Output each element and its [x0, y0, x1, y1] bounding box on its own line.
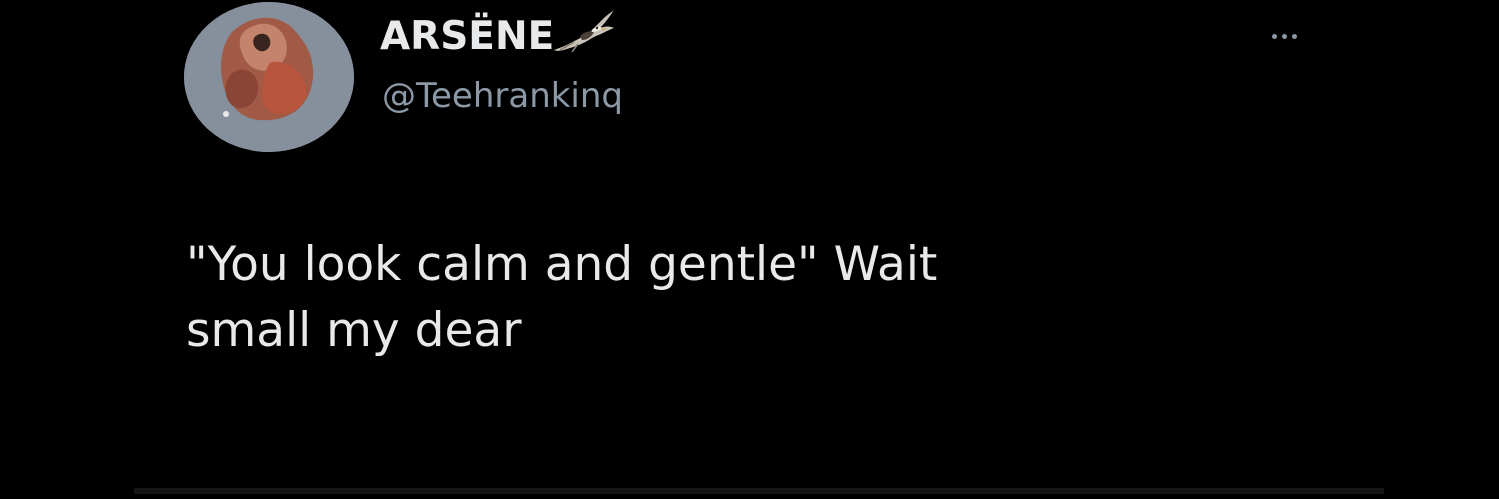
- more-options-icon: [1271, 33, 1277, 39]
- avatar-photo-icon: [184, 2, 354, 152]
- display-name[interactable]: ARSËNE: [380, 17, 554, 56]
- divider: [134, 488, 1384, 494]
- user-handle[interactable]: @Teehrankinq: [382, 76, 623, 117]
- more-options-icon: [1281, 33, 1287, 39]
- more-options-button[interactable]: [1258, 24, 1310, 48]
- tweet-text: "You look calm and gentle" Wait small my…: [186, 237, 938, 358]
- avatar[interactable]: [184, 2, 354, 152]
- eagle-icon: [550, 6, 618, 58]
- display-name-row[interactable]: ARSËNE: [380, 10, 618, 58]
- more-options-icon: [1291, 33, 1297, 39]
- tweet-card: ARSËNE @Teehrankinq "You look calm and g…: [0, 0, 1499, 499]
